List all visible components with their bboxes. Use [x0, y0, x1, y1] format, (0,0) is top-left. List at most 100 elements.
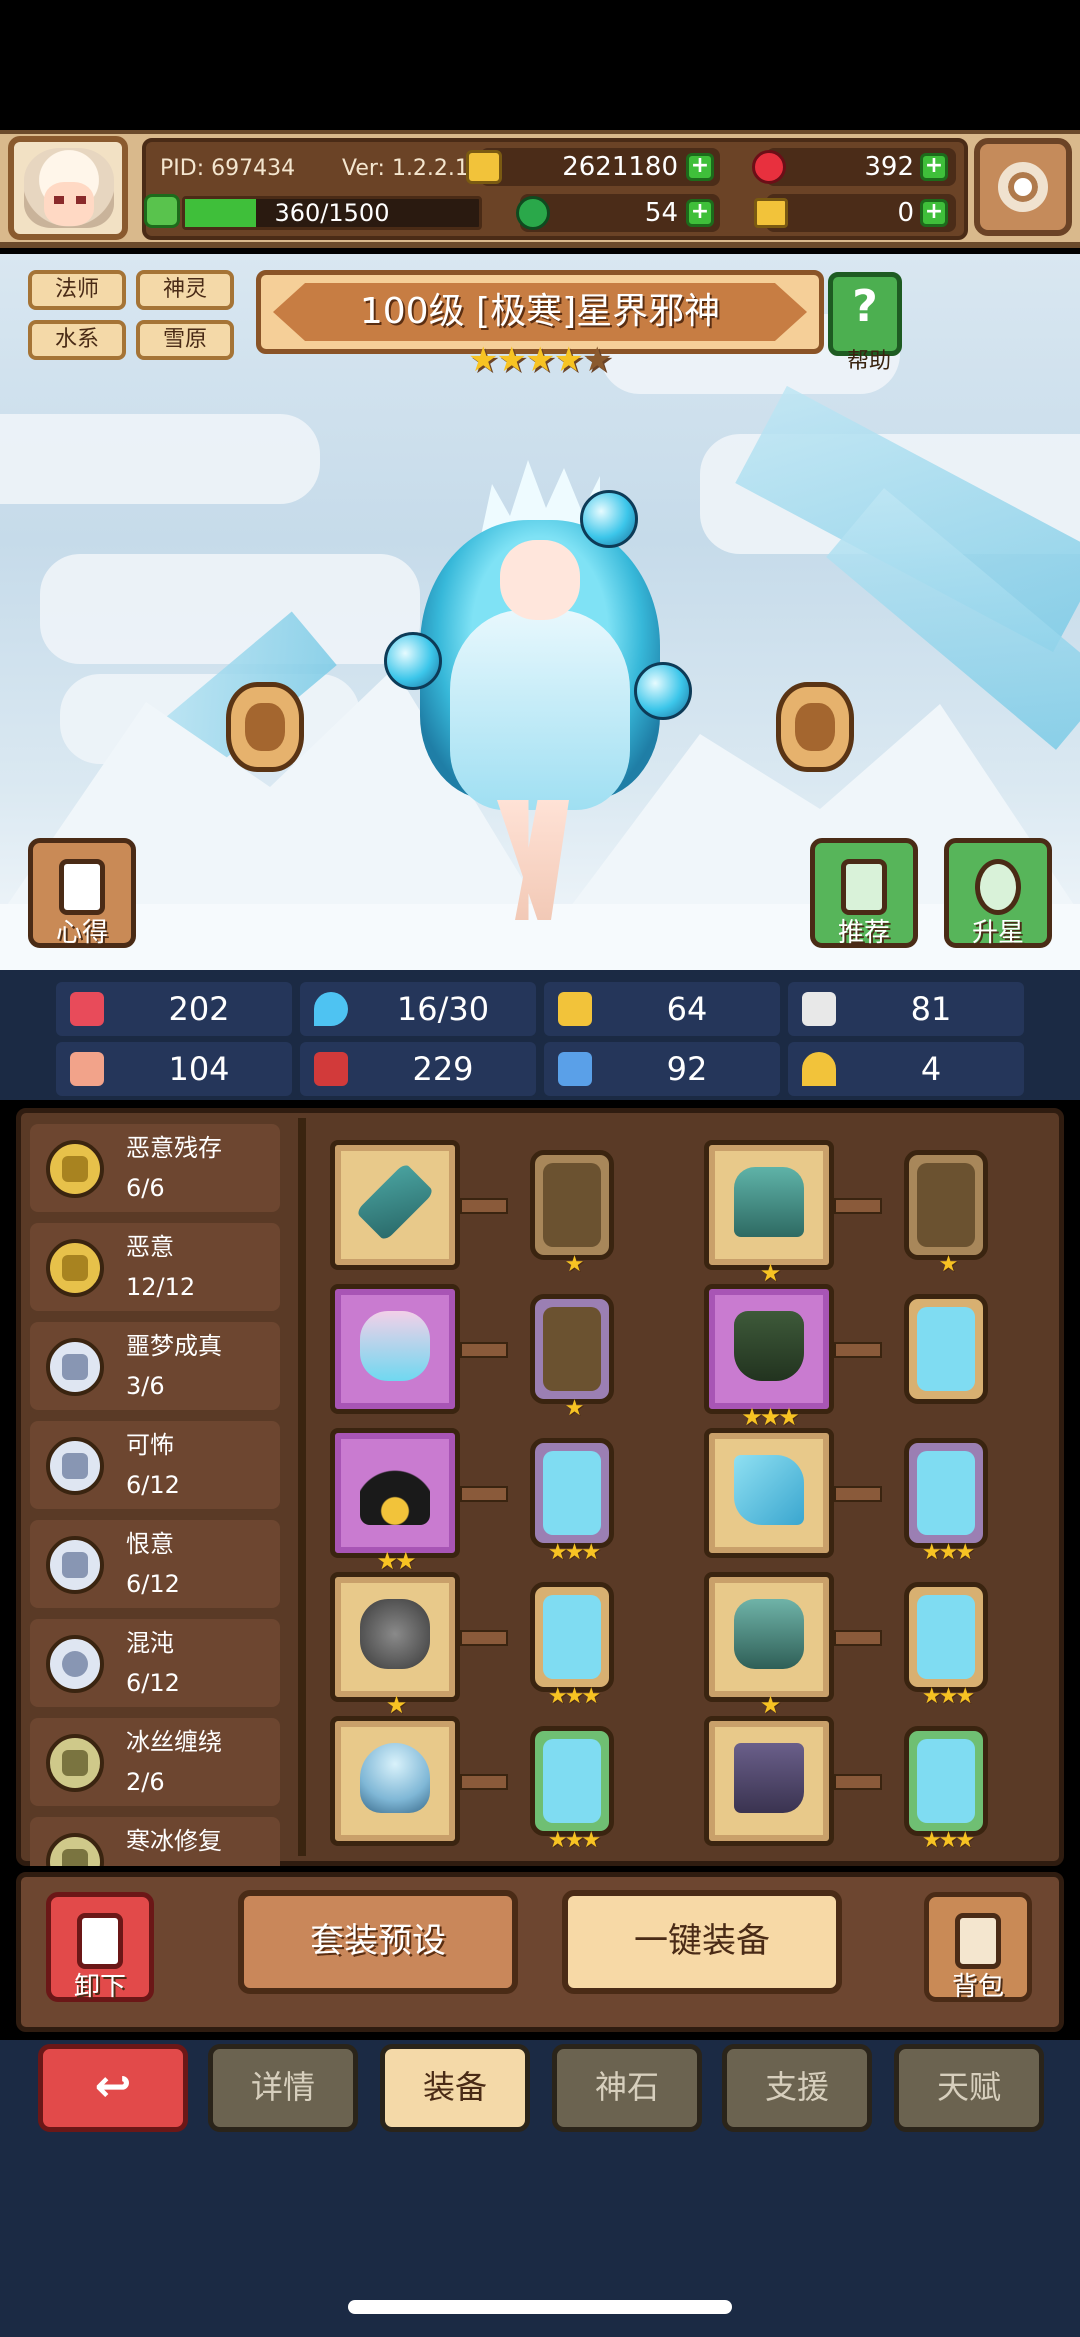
insight-label: 心得: [55, 918, 108, 948]
gem-slot[interactable]: ★: [530, 1150, 614, 1277]
gem-stars: ★: [564, 1252, 585, 1277]
unequip-button[interactable]: 卸下: [46, 1892, 154, 2002]
crystal-helm-icon: [360, 1311, 430, 1381]
ice-gem-icon: [917, 1451, 975, 1535]
gem-slot[interactable]: ★★★: [904, 1438, 988, 1565]
help-label: 帮助: [846, 349, 891, 374]
set-preset-button[interactable]: 套装预设: [238, 1890, 518, 1994]
set-item[interactable]: 恨意 6/12: [30, 1520, 280, 1608]
tab-talent[interactable]: 天赋: [894, 2044, 1044, 2132]
exp-text: 360/1500: [274, 199, 390, 227]
set-item[interactable]: 恶意 12/12: [30, 1223, 280, 1311]
add-key-button[interactable]: +: [920, 199, 948, 227]
tag-race[interactable]: 神灵: [136, 270, 234, 310]
gem-slot[interactable]: ★★★: [530, 1582, 614, 1709]
staff-icon: [355, 1162, 435, 1242]
equip-slot-ring[interactable]: ★: [330, 1572, 460, 1719]
slot-stars: ★★★: [741, 1403, 800, 1431]
equip-slot-boots[interactable]: [704, 1716, 834, 1846]
slot-stars: ★: [759, 1259, 782, 1287]
recommend-button[interactable]: 推荐: [810, 838, 918, 948]
gem-slot[interactable]: ★★★: [530, 1438, 614, 1565]
equip-slot-robe[interactable]: ★★★: [704, 1284, 834, 1431]
set-item[interactable]: 混沌 6/12: [30, 1619, 280, 1707]
panel-divider: [298, 1118, 306, 1856]
star-up-button[interactable]: 升星: [944, 838, 1052, 948]
gem-slot[interactable]: ★★★: [904, 1726, 988, 1853]
hero-face: [500, 540, 580, 620]
bag-button[interactable]: 背包: [924, 1892, 1032, 2002]
set-item[interactable]: 寒冰修复: [30, 1817, 280, 1866]
gem-stars: ★★★: [547, 1828, 601, 1853]
olive-medal-icon: [46, 1833, 104, 1866]
slot-stars: ★: [759, 1691, 782, 1719]
equip-slot-staff[interactable]: [330, 1140, 460, 1270]
ice-gem-icon: [917, 1307, 975, 1391]
player-avatar[interactable]: [8, 136, 128, 240]
gem-link: [834, 1198, 882, 1214]
set-name: 冰丝缠绕: [126, 1728, 222, 1756]
ruby-pill: 392 +: [752, 148, 956, 186]
gem-slot[interactable]: [904, 1294, 988, 1404]
gold-medal-icon: [46, 1140, 104, 1198]
gem-slot[interactable]: ★: [904, 1150, 988, 1277]
add-clover-button[interactable]: +: [686, 199, 714, 227]
gem-slot[interactable]: ★★★: [904, 1582, 988, 1709]
star-icon: ★: [496, 340, 527, 380]
gem-stars: ★★★: [547, 1540, 601, 1565]
set-item[interactable]: 恶意残存 6/6: [30, 1124, 280, 1212]
heart-icon: [70, 992, 104, 1026]
thumbs-up-icon: [841, 859, 887, 915]
star-icon: ★: [553, 340, 584, 380]
ice-orb: [580, 490, 638, 548]
star-icon: ★: [581, 340, 613, 380]
equip-slot-armor[interactable]: ★: [704, 1140, 834, 1287]
gold-pill: 2621180 +: [466, 148, 720, 186]
equip-slot-necklace[interactable]: ★★: [330, 1428, 460, 1575]
stat-value: 92: [666, 1050, 708, 1088]
equip-slot-glove[interactable]: [704, 1428, 834, 1558]
home-indicator[interactable]: [348, 2300, 732, 2314]
auto-equip-button[interactable]: 一键装备: [562, 1890, 842, 1994]
stats-bar: 202 16/30 64 81 104 229 92 4: [0, 970, 1080, 1100]
equip-slot-ice-ring[interactable]: [330, 1716, 460, 1846]
tab-details[interactable]: 详情: [208, 2044, 358, 2132]
add-gold-button[interactable]: +: [686, 153, 714, 181]
set-count: 6/12: [126, 1669, 180, 1697]
set-item[interactable]: 噩梦成真 3/6: [30, 1322, 280, 1410]
tag-class[interactable]: 法师: [28, 270, 126, 310]
gem-stars: ★★★: [547, 1684, 601, 1709]
slot-stars: ★★: [376, 1547, 416, 1575]
set-item[interactable]: 可怖 6/12: [30, 1421, 280, 1509]
boot-icon: [558, 1052, 592, 1086]
equip-slot-mask[interactable]: ★: [704, 1572, 834, 1719]
gem-slot[interactable]: ★: [530, 1294, 614, 1421]
ice-ring-icon: [360, 1743, 430, 1813]
gem-slot[interactable]: ★★★: [530, 1726, 614, 1853]
set-count: 6/12: [126, 1570, 180, 1598]
stat-value: 16/30: [396, 990, 490, 1028]
rune-slot-right[interactable]: [776, 682, 854, 772]
add-ruby-button[interactable]: +: [920, 153, 948, 181]
stat-value: 229: [412, 1050, 474, 1088]
tab-support[interactable]: 支援: [722, 2044, 872, 2132]
set-bonus-list[interactable]: 恶意残存 6/6 恶意 12/12 噩梦成真 3/6 可怖 6/12 恨意 6/…: [30, 1124, 292, 1866]
rune-slot-left[interactable]: [226, 682, 304, 772]
mask-icon: [734, 1599, 804, 1669]
tag-habitat[interactable]: 雪原: [136, 320, 234, 360]
tab-godstone[interactable]: 神石: [552, 2044, 702, 2132]
tab-equipment[interactable]: 装备: [380, 2044, 530, 2132]
tag-element[interactable]: 水系: [28, 320, 126, 360]
stat-value: 64: [666, 990, 708, 1028]
insight-button[interactable]: 心得: [28, 838, 136, 948]
exp-icon: [144, 194, 180, 228]
status-bar: [0, 0, 1080, 130]
ice-glove-icon: [734, 1455, 804, 1525]
back-button[interactable]: ↩: [38, 2044, 188, 2132]
settings-button[interactable]: [974, 138, 1072, 236]
silver-medal-icon: [46, 1338, 104, 1396]
set-item[interactable]: 冰丝缠绕 2/6: [30, 1718, 280, 1806]
equip-slot-helm[interactable]: [330, 1284, 460, 1414]
help-button[interactable]: ? 帮助: [828, 272, 902, 374]
star-icon: ★: [524, 340, 556, 380]
